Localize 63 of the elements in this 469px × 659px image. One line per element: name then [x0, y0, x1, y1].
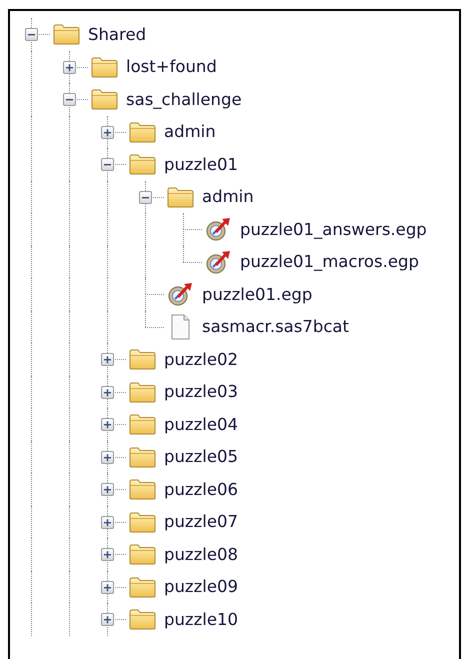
folder-icon: [53, 23, 80, 46]
folder-name[interactable]: puzzle07: [164, 512, 238, 532]
expand-toggle[interactable]: [101, 450, 114, 464]
folder-name[interactable]: puzzle06: [164, 480, 238, 499]
collapse-toggle[interactable]: [25, 28, 38, 42]
folder-icon: [91, 56, 118, 78]
project-icon: [167, 282, 194, 306]
plus-icon: [102, 614, 113, 626]
plus-icon: [102, 354, 113, 366]
expand-toggle[interactable]: [101, 548, 114, 562]
expand-toggle[interactable]: [101, 386, 114, 399]
file-name[interactable]: sasmacr.sas7bcat: [202, 317, 350, 336]
folder-name[interactable]: puzzle02: [164, 350, 238, 369]
folder-icon: [167, 186, 194, 208]
folder-icon: [129, 478, 156, 500]
file-name[interactable]: puzzle01.egp: [202, 284, 312, 304]
folder-icon: [129, 153, 156, 176]
collapse-toggle[interactable]: [139, 190, 152, 204]
plus-icon: [102, 484, 113, 496]
collapse-toggle[interactable]: [101, 158, 114, 172]
folder-icon: [129, 543, 156, 566]
expand-toggle[interactable]: [101, 353, 114, 366]
expand-toggle[interactable]: [101, 613, 114, 626]
folder-name[interactable]: puzzle01: [164, 154, 238, 174]
folder-name[interactable]: lost+found: [126, 57, 217, 76]
plus-icon: [102, 452, 113, 463]
folder-name[interactable]: puzzle05: [164, 447, 238, 466]
project-icon: [205, 217, 232, 242]
folder-name[interactable]: puzzle09: [164, 577, 238, 596]
plus-icon: [102, 386, 113, 398]
folder-name[interactable]: admin: [164, 122, 216, 142]
folder-name[interactable]: Shared: [88, 24, 146, 44]
folder-icon: [129, 576, 156, 598]
expand-toggle[interactable]: [101, 418, 114, 432]
plus-icon: [102, 516, 113, 528]
plus-icon: [102, 549, 113, 560]
folder-icon: [129, 446, 156, 468]
folder-name[interactable]: admin: [202, 187, 254, 206]
file-name[interactable]: puzzle01_answers.egp: [240, 220, 427, 239]
collapse-toggle[interactable]: [63, 93, 76, 106]
folder-name[interactable]: puzzle04: [164, 414, 238, 434]
folder-name[interactable]: puzzle10: [164, 610, 238, 629]
file-name[interactable]: puzzle01_macros.egp: [240, 252, 419, 272]
folder-icon: [129, 120, 156, 143]
expand-toggle[interactable]: [101, 516, 114, 529]
folder-icon: [129, 510, 156, 533]
folder-icon: [129, 413, 156, 436]
folder-name[interactable]: puzzle03: [164, 382, 238, 402]
plus-icon: [102, 419, 113, 430]
expand-toggle[interactable]: [101, 580, 114, 594]
folder-icon: [129, 348, 156, 370]
folder-icon: [129, 608, 156, 630]
folder-icon: [91, 88, 118, 110]
plus-icon: [102, 126, 113, 138]
expand-toggle[interactable]: [63, 60, 76, 74]
plus-icon: [64, 62, 75, 73]
plus-icon: [102, 582, 113, 593]
project-icon: [205, 250, 232, 274]
expand-toggle[interactable]: [101, 483, 114, 496]
expand-toggle[interactable]: [101, 126, 114, 139]
folder-name[interactable]: sas_challenge: [126, 90, 242, 109]
folder-name[interactable]: puzzle08: [164, 544, 238, 564]
folder-icon: [129, 380, 156, 403]
